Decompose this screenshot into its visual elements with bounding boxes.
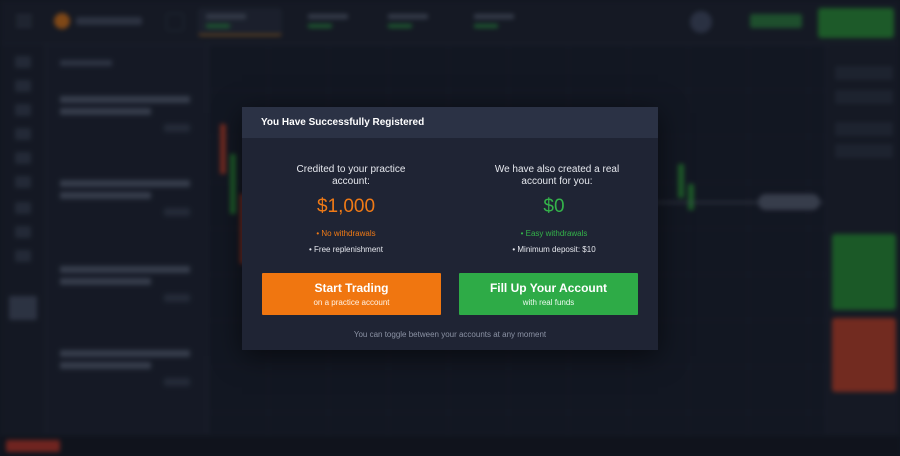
start-trading-button-sublabel: on a practice account [313,298,390,307]
real-account-amount: $0 [543,196,565,217]
real-account-description: We have also created a real account for … [494,164,620,187]
registration-success-modal: You Have Successfully Registered Credite… [242,107,658,350]
fill-up-account-button-sublabel: with real funds [522,298,575,307]
practice-account-amount: $1,000 [316,196,376,217]
fill-up-account-button[interactable]: Fill Up Your Account with real funds [459,273,638,315]
start-trading-button-label: Start Trading [314,281,389,295]
modal-title: You Have Successfully Registered [261,117,425,128]
real-feature-minimum-deposit: • Minimum deposit: $10 [512,245,596,254]
practice-feature-replenishment: • Free replenishment [309,245,383,254]
fill-up-account-button-label: Fill Up Your Account [489,281,608,295]
modal-header: You Have Successfully Registered [242,107,658,138]
toggle-accounts-note: You can toggle between your accounts at … [353,330,547,339]
practice-account-description: Credited to your practice account: [296,164,406,187]
start-trading-button[interactable]: Start Trading on a practice account [262,273,441,315]
real-feature-withdrawals: • Easy withdrawals [520,229,588,238]
practice-feature-withdrawals: • No withdrawals [316,229,376,238]
